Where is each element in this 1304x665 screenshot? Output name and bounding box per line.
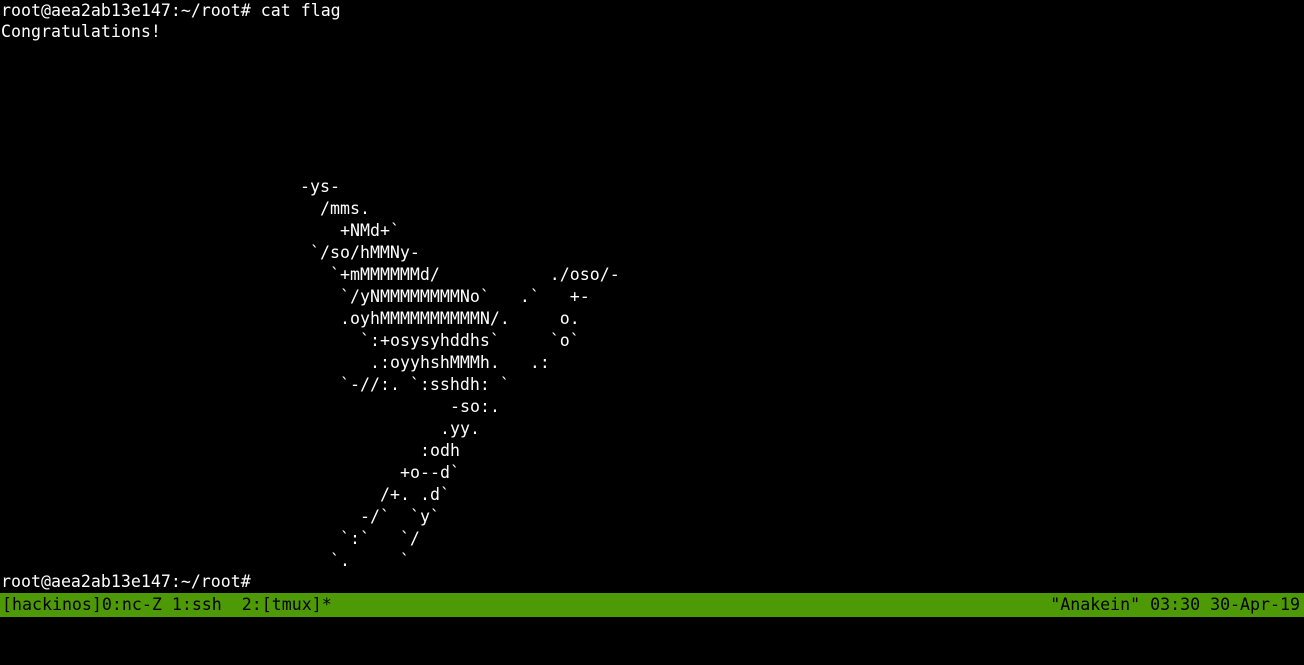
- tmux-window-list[interactable]: [hackinos]0:nc-Z 1:ssh 2:[tmux]*: [2, 593, 332, 617]
- tmux-status-bar: [hackinos]0:nc-Z 1:ssh 2:[tmux]* "Anakei…: [0, 593, 1304, 617]
- art-line: -/` `y`: [360, 507, 440, 526]
- art-line: .oyhMMMMMMMMMMN/. o.: [340, 309, 580, 328]
- art-line: `. `: [330, 551, 410, 570]
- shell-prompt[interactable]: root@aea2ab13e147:~/root#: [1, 571, 251, 593]
- art-line: `/yNMMMMMMMMNo` .` +-: [340, 287, 590, 306]
- art-line: `-//:. `:sshdh: `: [340, 375, 510, 394]
- art-line: :odh: [420, 441, 460, 460]
- art-line: .:oyyhshMMMh. .:: [370, 353, 550, 372]
- terminal-window[interactable]: root@aea2ab13e147:~/root# cat flag Congr…: [0, 0, 1304, 592]
- art-line: +o--d`: [400, 463, 460, 482]
- art-line: `:` `/: [340, 529, 420, 548]
- art-line: /+. .d`: [380, 485, 450, 504]
- art-line: `+mMMMMMMd/ ./oso/-: [330, 265, 620, 284]
- command-line: root@aea2ab13e147:~/root# cat flag: [1, 1, 341, 20]
- art-line: -so:.: [450, 397, 500, 416]
- art-line: +NMd+`: [340, 221, 400, 240]
- art-line: /mms.: [320, 199, 370, 218]
- art-line: `:+osysyhddhs` `o`: [360, 331, 580, 350]
- output-line: Congratulations!: [1, 22, 161, 41]
- art-line: .yy.: [440, 419, 480, 438]
- art-line: -ys-: [300, 177, 340, 196]
- art-line: `/so/hMMNy-: [310, 243, 420, 262]
- tmux-host-clock: "Anakein" 03:30 30-Apr-19: [1050, 595, 1300, 614]
